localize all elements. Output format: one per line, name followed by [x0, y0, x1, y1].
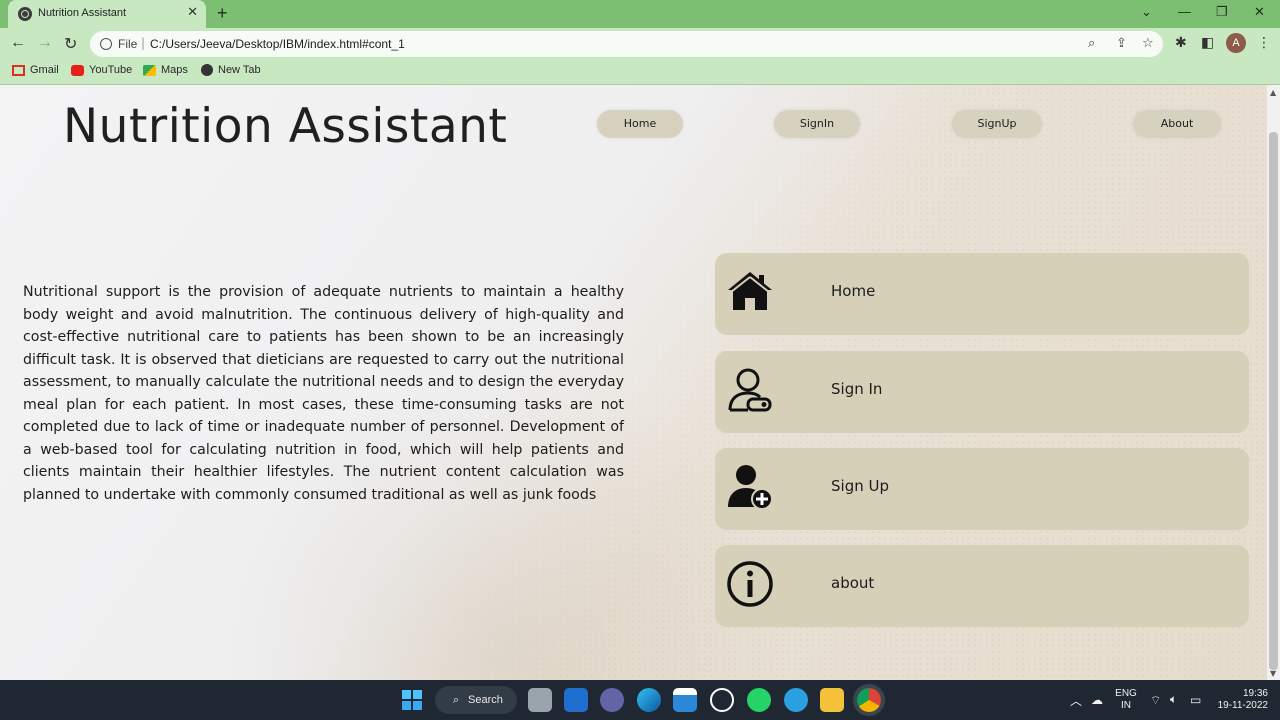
- address-bar[interactable]: File | C:/Users/Jeeva/Desktop/IBM/index.…: [90, 31, 1163, 57]
- new-tab-button[interactable]: +: [217, 3, 228, 24]
- file-label: File: [118, 37, 138, 51]
- info-icon: [727, 561, 773, 607]
- windows-start-icon[interactable]: [402, 690, 422, 710]
- gmail-icon: [12, 64, 25, 76]
- taskbar-search-label: Search: [468, 694, 503, 706]
- globe-icon: [18, 7, 32, 21]
- store-icon[interactable]: [673, 688, 697, 712]
- help-icon[interactable]: [784, 688, 808, 712]
- bookmark-new-tab[interactable]: New Tab: [201, 64, 261, 76]
- tab-search-icon[interactable]: ⌄: [1141, 4, 1152, 20]
- card-label: about: [831, 574, 875, 592]
- url-text[interactable]: C:/Users/Jeeva/Desktop/IBM/index.html#co…: [150, 37, 405, 51]
- nav-signup-button[interactable]: SignUp: [952, 110, 1042, 138]
- menu-icon[interactable]: ⋮: [1257, 35, 1271, 51]
- task-view-icon[interactable]: [528, 688, 552, 712]
- volume-icon[interactable]: 🔈︎: [1170, 692, 1177, 707]
- user-login-icon: [728, 368, 772, 412]
- browser-tab[interactable]: Nutrition Assistant ✕: [8, 0, 206, 28]
- language-code: ENG: [1115, 688, 1137, 699]
- chevron-up-icon[interactable]: ︿: [1070, 692, 1082, 709]
- clock-date: 19-11-2022: [1217, 700, 1268, 711]
- zoom-icon[interactable]: ⌕: [1088, 36, 1095, 51]
- bookmarks-bar: Gmail YouTube Maps New Tab: [0, 60, 1280, 85]
- bookmark-star-icon[interactable]: ☆: [1142, 36, 1154, 51]
- page-viewport: Nutrition Assistant Home SignIn SignUp A…: [0, 85, 1267, 680]
- intro-paragraph: Nutritional support is the provision of …: [23, 284, 624, 503]
- cloud-icon[interactable]: ☁: [1091, 693, 1103, 707]
- bookmark-label: New Tab: [218, 64, 261, 76]
- extensions-icon[interactable]: ✱: [1175, 35, 1187, 51]
- card-label: Sign In: [831, 380, 883, 398]
- side-panel-icon[interactable]: ◧: [1201, 35, 1214, 51]
- avatar[interactable]: A: [1226, 33, 1246, 53]
- globe-icon: [201, 64, 213, 76]
- nav-signin-button[interactable]: SignIn: [774, 110, 860, 138]
- page-scrollbar[interactable]: ▲ ▼: [1267, 85, 1280, 680]
- minimize-button[interactable]: —: [1178, 4, 1191, 19]
- scrollbar-thumb[interactable]: [1269, 132, 1278, 670]
- edge-icon[interactable]: [637, 688, 661, 712]
- bookmark-youtube[interactable]: YouTube: [71, 64, 132, 76]
- user-add-icon: [728, 465, 773, 510]
- maps-icon: [143, 64, 156, 76]
- card-label: Home: [831, 282, 876, 300]
- card-home[interactable]: Home: [715, 253, 1249, 335]
- clock[interactable]: 19:36 19-11-2022: [1212, 688, 1268, 712]
- info-icon[interactable]: [100, 38, 112, 50]
- nav-home-button[interactable]: Home: [597, 110, 683, 138]
- bookmark-gmail[interactable]: Gmail: [12, 64, 59, 76]
- windows-taskbar: ⌕ Search ︿ ☁ ENG IN ⌔ 🔈︎ ▭ 19:36 19-11-2…: [0, 680, 1280, 720]
- file-explorer-icon[interactable]: [820, 688, 844, 712]
- reload-icon[interactable]: ↻: [64, 34, 77, 54]
- scroll-up-arrow-icon[interactable]: ▲: [1270, 88, 1276, 97]
- youtube-icon: [71, 64, 84, 76]
- forward-arrow-icon[interactable]: →: [37, 34, 53, 52]
- bookmark-label: Gmail: [30, 64, 59, 76]
- wifi-icon[interactable]: ⌔: [1150, 693, 1161, 708]
- page-title: Nutrition Assistant: [63, 99, 508, 154]
- chat-icon[interactable]: [600, 688, 624, 712]
- nav-about-button[interactable]: About: [1133, 110, 1221, 138]
- language-indicator[interactable]: ENG IN: [1112, 688, 1140, 712]
- card-sign-up[interactable]: Sign Up: [715, 448, 1249, 530]
- bookmark-label: YouTube: [89, 64, 133, 76]
- search-icon: ⌕: [453, 694, 460, 706]
- card-label: Sign Up: [831, 477, 889, 495]
- tab-close-icon[interactable]: ✕: [187, 5, 198, 20]
- card-sign-in[interactable]: Sign In: [715, 351, 1249, 433]
- bookmark-maps[interactable]: Maps: [143, 64, 188, 76]
- share-icon[interactable]: ⇪: [1116, 36, 1127, 51]
- widgets-icon[interactable]: [564, 688, 588, 712]
- chrome-icon[interactable]: [857, 688, 881, 712]
- scroll-down-arrow-icon[interactable]: ▼: [1270, 669, 1276, 678]
- whatsapp-icon[interactable]: [747, 688, 771, 712]
- clock-time: 19:36: [1242, 688, 1268, 699]
- region-code: IN: [1121, 700, 1131, 711]
- card-about[interactable]: about: [715, 545, 1249, 627]
- taskbar-search[interactable]: ⌕ Search: [435, 686, 517, 714]
- browser-tabstrip: Nutrition Assistant ✕ + ⌄ — ❐ ✕: [0, 0, 1280, 28]
- home-icon: [728, 272, 772, 310]
- close-window-button[interactable]: ✕: [1254, 4, 1265, 20]
- bookmark-label: Maps: [161, 64, 188, 76]
- maximize-button[interactable]: ❐: [1216, 4, 1228, 20]
- browser-toolbar: ← → ↻ File | C:/Users/Jeeva/Desktop/IBM/…: [0, 28, 1280, 60]
- back-arrow-icon[interactable]: ←: [10, 34, 26, 52]
- github-icon[interactable]: [710, 688, 734, 712]
- tab-title: Nutrition Assistant: [38, 7, 127, 19]
- battery-icon[interactable]: ▭: [1190, 693, 1201, 707]
- url-separator: |: [141, 36, 146, 50]
